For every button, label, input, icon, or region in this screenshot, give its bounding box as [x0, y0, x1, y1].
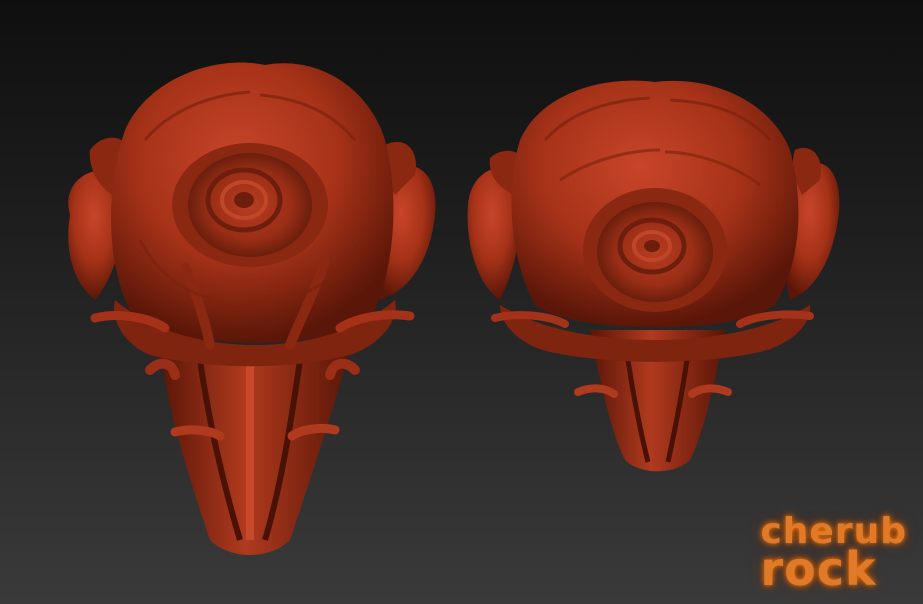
left-sculpt [68, 62, 436, 555]
right-sculpt [467, 80, 840, 472]
watermark-line-2: rock [760, 541, 877, 596]
cherub-rock-watermark: cherub rock [760, 513, 907, 596]
render-viewport: cherub rock [0, 0, 923, 604]
